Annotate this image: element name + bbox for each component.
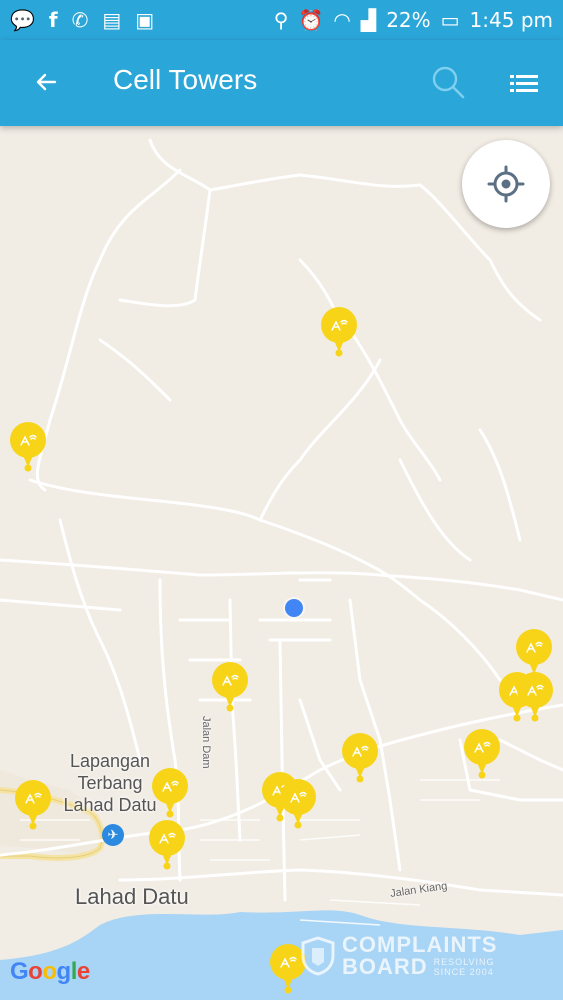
battery-percent: 22% [386, 8, 431, 32]
cell-tower-marker-icon[interactable] [150, 767, 190, 819]
watermark-sub1: RESOLVING [433, 957, 495, 967]
town-label: Lahad Datu [75, 884, 189, 909]
cell-tower-marker-icon[interactable] [462, 728, 502, 780]
status-bar: 💬 f ✆ ▤ ▣ ⚲ ⏰ ◠ ▟ 22% ▭ 1:45 pm [0, 0, 563, 40]
watermark-line2: BOARD [342, 954, 428, 979]
signal-icon: ▟ [360, 8, 377, 32]
location-icon: ⚲ [273, 8, 289, 32]
app-bar: Cell Towers [0, 40, 563, 126]
battery-icon: ▭ [440, 8, 460, 32]
wifi-icon: ◠ [333, 8, 351, 32]
street-label-dam: Jalan Dam [200, 716, 212, 769]
chat-icon: ▤ [102, 8, 122, 32]
shield-icon [301, 936, 335, 976]
gallery-icon: ▣ [135, 8, 155, 32]
facebook-icon: f [48, 8, 58, 32]
list-icon[interactable] [506, 66, 542, 102]
search-icon[interactable] [428, 62, 468, 102]
page-title: Cell Towers [113, 64, 258, 95]
user-location-dot [285, 599, 303, 617]
crosshair-icon [487, 165, 525, 203]
map-roads [0, 138, 563, 1000]
app-screen: 💬 f ✆ ▤ ▣ ⚲ ⏰ ◠ ▟ 22% ▭ 1:45 pm Cell Tow… [0, 0, 563, 1000]
cell-tower-marker-icon[interactable] [210, 661, 250, 713]
clock: 1:45 pm [469, 8, 553, 32]
message-icon: 💬 [10, 8, 35, 32]
google-attribution: Google [10, 958, 90, 985]
whatsapp-icon: ✆ [71, 8, 89, 32]
cell-tower-marker-icon[interactable] [319, 306, 359, 358]
cell-tower-marker-icon[interactable] [8, 421, 48, 473]
cell-tower-marker-icon[interactable] [278, 778, 318, 830]
cell-tower-marker-icon[interactable] [515, 671, 555, 723]
cell-tower-marker-icon[interactable] [147, 819, 187, 871]
airport-icon: ✈ [102, 824, 124, 846]
watermark-sub2: SINCE 2004 [433, 967, 494, 977]
watermark-line1: COMPLAINTS [342, 932, 498, 957]
alarm-icon: ⏰ [298, 8, 324, 32]
back-arrow-icon[interactable] [28, 64, 64, 100]
cell-tower-marker-icon[interactable] [13, 779, 53, 831]
my-location-button[interactable] [462, 140, 550, 228]
map-view[interactable]: Lapangan Terbang Lahad Datu ✈ Lahad Datu… [0, 126, 563, 1000]
cell-tower-marker-icon[interactable] [340, 732, 380, 784]
complaints-board-watermark: COMPLAINTS BOARD RESOLVING SINCE 2004 [300, 930, 540, 982]
